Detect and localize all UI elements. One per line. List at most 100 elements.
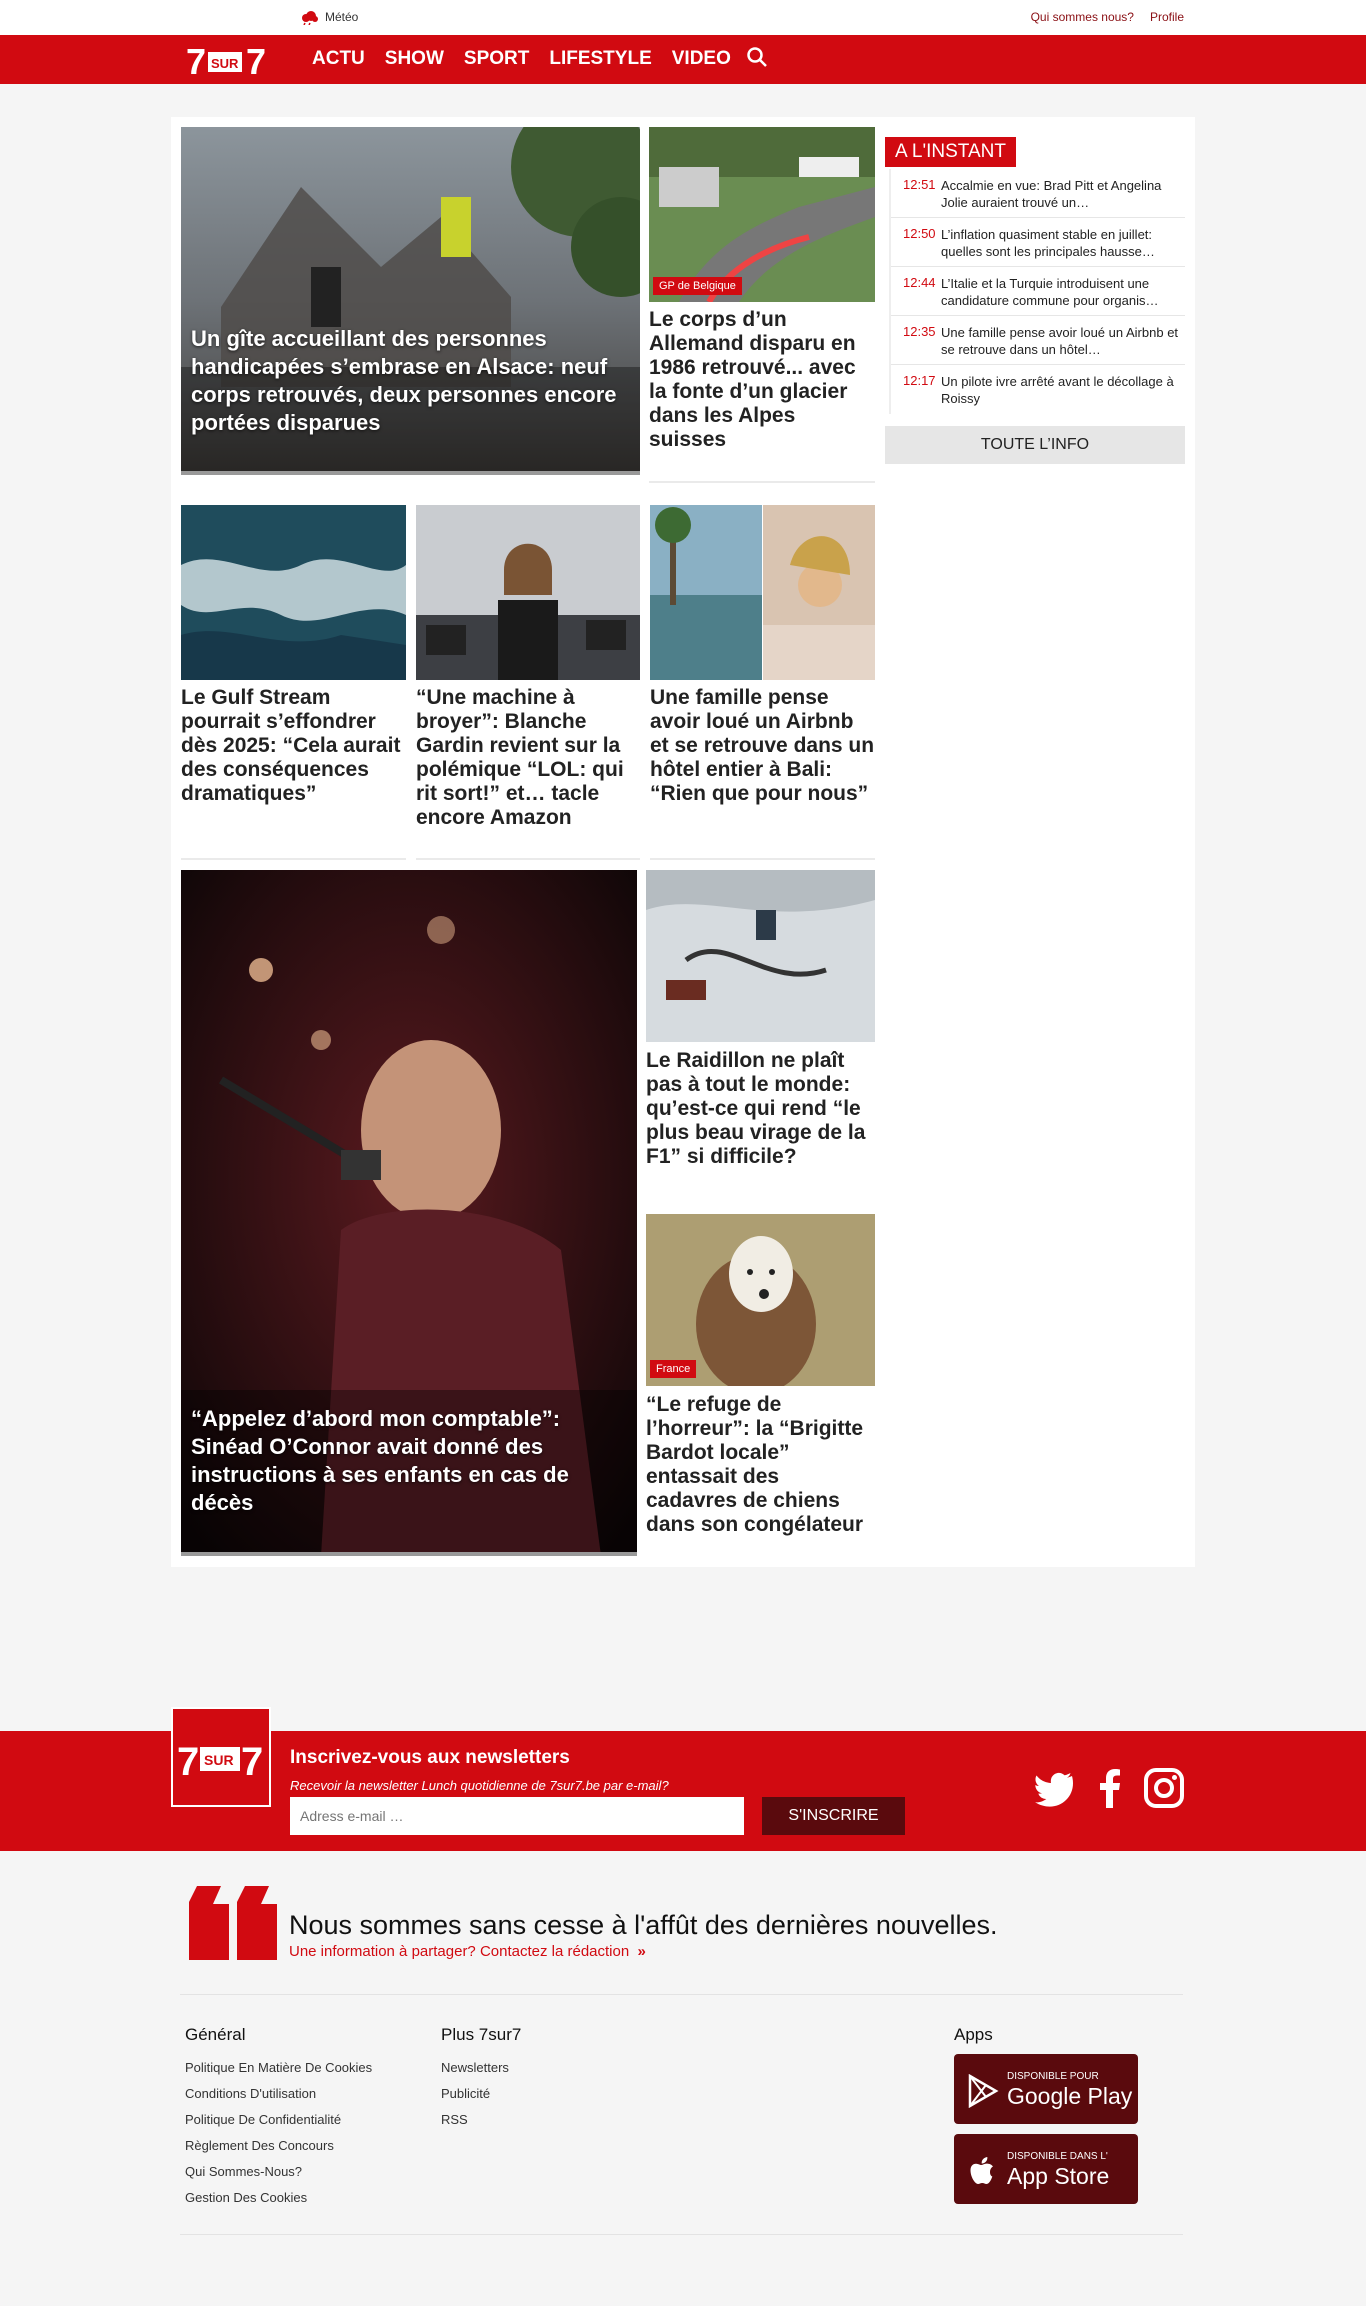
article-gp[interactable]: GP de Belgique Le corps d’un Allemand di…	[649, 127, 875, 483]
app-store-button[interactable]: DISPONIBLE DANS L' App Store	[954, 2134, 1138, 2204]
article-image	[416, 505, 640, 680]
nav-item-sport[interactable]: SPORT	[464, 48, 529, 70]
newsletter-subtitle: Recevoir la newsletter Lunch quotidienne…	[290, 1778, 669, 1793]
live-feed-text[interactable]: L’Italie et la Turquie introduisent une …	[941, 275, 1181, 315]
all-news-button[interactable]: TOUTE L’INFO	[885, 426, 1185, 464]
footer-col-apps: Apps	[954, 2025, 993, 2055]
about-link[interactable]: Qui sommes nous?	[1031, 10, 1134, 24]
store-name: App Store	[1007, 2163, 1110, 2189]
divider	[181, 471, 640, 475]
email-field[interactable]	[290, 1797, 744, 1835]
meteo-link[interactable]: Météo	[300, 9, 358, 25]
article-raidillon[interactable]: Le Raidillon ne plaît pas à tout le mond…	[646, 870, 875, 1200]
live-feed-time: 12:51	[903, 177, 936, 192]
article-title[interactable]: Une famille pense avoir loué un Airbnb e…	[650, 686, 875, 806]
facebook-icon[interactable]	[1090, 1768, 1130, 1808]
footer-link[interactable]: Règlement Des Concours	[185, 2133, 372, 2159]
svg-text:SUR: SUR	[211, 56, 239, 71]
divider	[416, 858, 640, 860]
article-title[interactable]: Le corps d’un Allemand disparu en 1986 r…	[649, 308, 875, 452]
double-chevron-right-icon: »	[633, 1943, 646, 1960]
article-title[interactable]: “Le refuge de l’horreur”: la “Brigitte B…	[646, 1393, 875, 1537]
nav-item-video[interactable]: VIDEO	[672, 48, 731, 70]
live-feed-list: 12:51 Accalmie en vue: Brad Pitt et Ange…	[889, 169, 1185, 414]
article-blanche-gardin[interactable]: “Une machine à broyer”: Blanche Gardin r…	[416, 505, 640, 860]
newsletter-logo: 7 SUR 7	[171, 1707, 271, 1807]
footer-divider	[180, 2234, 1183, 2235]
profile-link[interactable]: Profile	[1150, 10, 1184, 24]
live-feed-time: 12:44	[903, 275, 936, 290]
svg-text:7: 7	[241, 1740, 263, 1784]
live-feed-item[interactable]: 12:51 Accalmie en vue: Brad Pitt et Ange…	[891, 169, 1185, 218]
footer-link[interactable]: Qui Sommes-Nous?	[185, 2159, 372, 2185]
footer-col-plus: Plus 7sur7 Newsletters Publicité RSS	[441, 2025, 521, 2133]
footer-link[interactable]: Newsletters	[441, 2055, 521, 2081]
search-icon[interactable]	[746, 46, 768, 68]
footer-divider	[180, 1994, 1183, 1995]
article-title[interactable]: “Une machine à broyer”: Blanche Gardin r…	[416, 686, 640, 830]
article-image	[649, 127, 875, 302]
twitter-icon[interactable]	[1034, 1768, 1074, 1808]
footer-link[interactable]: Conditions D'utilisation	[185, 2081, 372, 2107]
live-feed-heading: A L'INSTANT	[885, 137, 1016, 167]
site-logo-icon: 7 SUR 7	[177, 1740, 263, 1784]
article-title[interactable]: “Appelez d’abord mon comptable”: Sinéad …	[191, 1405, 629, 1517]
nav-item-lifestyle[interactable]: LIFESTYLE	[549, 48, 651, 70]
subscribe-button[interactable]: S'INSCRIRE	[762, 1797, 905, 1835]
article-image	[646, 870, 875, 1042]
article-airbnb[interactable]: Une famille pense avoir loué un Airbnb e…	[650, 505, 875, 860]
live-feed-time: 12:50	[903, 226, 936, 241]
article-title[interactable]: Le Gulf Stream pourrait s’effondrer dès …	[181, 686, 406, 806]
main-nav: 7 SUR 7 ACTU SHOW SPORT LIFESTYLE VIDEO	[0, 35, 1366, 84]
live-feed-text[interactable]: Accalmie en vue: Brad Pitt et Angelina J…	[941, 177, 1181, 217]
store-caption: DISPONIBLE DANS L'	[1007, 2151, 1108, 2162]
article-gulf-stream[interactable]: Le Gulf Stream pourrait s’effondrer dès …	[181, 505, 406, 860]
nav-items: ACTU SHOW SPORT LIFESTYLE VIDEO	[312, 48, 731, 70]
category-tag[interactable]: France	[650, 1360, 697, 1378]
site-logo[interactable]: 7 SUR 7	[186, 42, 276, 78]
live-feed-item[interactable]: 12:17 Un pilote ivre arrêté avant le déc…	[891, 365, 1185, 414]
svg-text:7: 7	[177, 1740, 199, 1784]
apple-icon	[970, 2157, 993, 2184]
instagram-icon[interactable]	[1144, 1768, 1184, 1808]
svg-text:7: 7	[186, 42, 206, 78]
article-refuge[interactable]: France “Le refuge de l’horreur”: la “Bri…	[646, 1214, 875, 1554]
live-feed-item[interactable]: 12:35 Une famille pense avoir loué un Ai…	[891, 316, 1185, 365]
footer-link[interactable]: Politique En Matière De Cookies	[185, 2055, 372, 2081]
svg-text:SUR: SUR	[204, 1752, 234, 1768]
meteo-label: Météo	[325, 10, 359, 24]
footer-col-heading: Général	[185, 2025, 246, 2044]
divider	[650, 858, 875, 860]
live-feed-item[interactable]: 12:50 L’inflation quasiment stable en ju…	[891, 218, 1185, 267]
contact-newsroom-label[interactable]: Une information à partager? Contactez la…	[289, 1943, 629, 1960]
nav-item-actu[interactable]: ACTU	[312, 48, 365, 70]
footer-link[interactable]: RSS	[441, 2107, 521, 2133]
article-sinead[interactable]: “Appelez d’abord mon comptable”: Sinéad …	[181, 870, 637, 1556]
category-tag[interactable]: GP de Belgique	[653, 277, 742, 295]
article-fire[interactable]: Un gîte accueillant des personnes handic…	[181, 127, 640, 475]
live-feed-text[interactable]: L’inflation quasiment stable en juillet:…	[941, 226, 1181, 266]
top-bar: Météo Qui sommes nous? Profile	[0, 0, 1366, 35]
divider	[181, 858, 406, 860]
live-feed-time: 12:35	[903, 324, 936, 339]
store-name: Google Play	[1007, 2083, 1133, 2109]
live-feed-text[interactable]: Un pilote ivre arrêté avant le décollage…	[941, 373, 1181, 414]
newsletter-title: Inscrivez-vous aux newsletters	[290, 1747, 570, 1768]
divider	[649, 481, 875, 483]
article-title[interactable]: Le Raidillon ne plaît pas à tout le mond…	[646, 1049, 875, 1169]
live-feed-time: 12:17	[903, 373, 936, 388]
live-feed-text[interactable]: Une famille pense avoir loué un Airbnb e…	[941, 324, 1181, 364]
live-feed: A L'INSTANT 12:51 Accalmie en vue: Brad …	[885, 137, 1185, 464]
footer-link[interactable]: Publicité	[441, 2081, 521, 2107]
article-title[interactable]: Un gîte accueillant des personnes handic…	[191, 325, 632, 437]
article-image	[650, 505, 875, 680]
footer-link[interactable]: Gestion Des Cookies	[185, 2185, 372, 2211]
live-feed-item[interactable]: 12:44 L’Italie et la Turquie introduisen…	[891, 267, 1185, 316]
article-image	[181, 505, 406, 680]
footer-link[interactable]: Politique De Confidentialité	[185, 2107, 372, 2133]
contact-newsroom-link[interactable]: Une information à partager? Contactez la…	[289, 1943, 646, 1960]
google-play-button[interactable]: DISPONIBLE POUR Google Play	[954, 2054, 1138, 2124]
quote-icon	[189, 1886, 277, 1960]
nav-item-show[interactable]: SHOW	[385, 48, 444, 70]
footer-col-heading: Plus 7sur7	[441, 2025, 522, 2044]
